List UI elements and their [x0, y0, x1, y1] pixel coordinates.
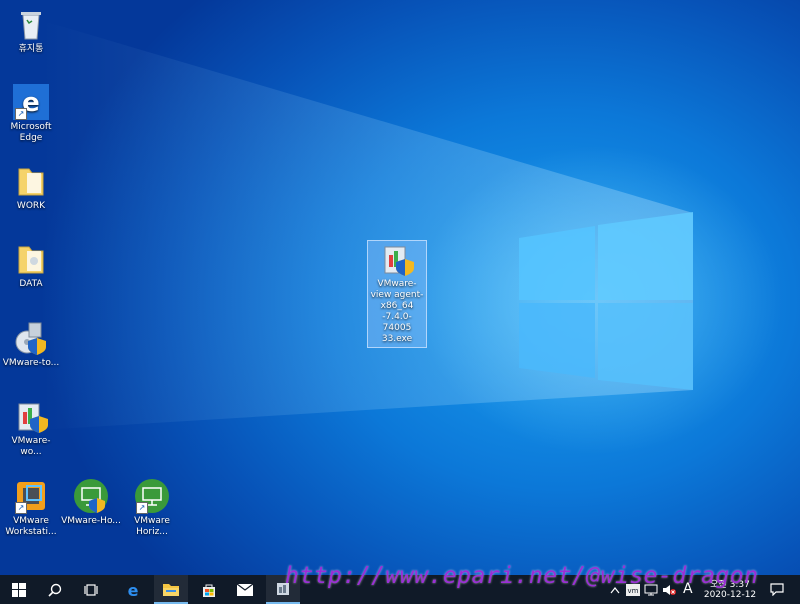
vmware-tools-installer-icon: [13, 320, 49, 356]
task-view-icon: [84, 583, 98, 596]
folder-icon: [13, 241, 49, 277]
desktop[interactable]: 휴지통 e ↗ Microsoft Edge WORK DATA VMware-…: [0, 0, 800, 575]
start-button[interactable]: [2, 575, 36, 604]
start-icon: [12, 582, 26, 597]
notification-icon: [770, 583, 784, 596]
desktop-icon-recycle-bin[interactable]: 휴지통: [1, 6, 61, 55]
mail-icon: [237, 583, 253, 596]
edge-icon: e ↗: [13, 84, 49, 120]
desktop-icon-vmware-tools[interactable]: VMware-to...: [1, 320, 61, 369]
vmware-horizon-icon: ↗: [134, 478, 170, 514]
action-center-button[interactable]: [764, 575, 790, 604]
desktop-file-vmware-view-agent[interactable]: VMware-view agent-x86_64 -7.4.0-74005 33…: [367, 240, 427, 348]
desktop-icon-vmware-workstation[interactable]: ↗ VMware Workstati...: [1, 478, 61, 538]
vmware-installer-icon: [379, 241, 415, 277]
shortcut-arrow-icon: ↗: [15, 502, 27, 514]
icon-label: VMware Workstati...: [5, 516, 57, 537]
desktop-icon-vmware-horizon-client[interactable]: VMware-Ho...: [61, 478, 121, 527]
icon-label: VMware-view agent-x86_64 -7.4.0-74005 33…: [370, 279, 424, 344]
icon-label: WORK: [16, 201, 46, 211]
vmware-horizon-client-icon: [73, 478, 109, 514]
file-explorer-icon: [163, 583, 179, 596]
icon-label: VMware Horiz...: [134, 516, 170, 537]
folder-icon: [13, 163, 49, 199]
file-explorer-taskbar-button[interactable]: [154, 575, 188, 604]
icon-label: VMware-to...: [2, 358, 60, 368]
icon-label: VMware-wo...: [11, 436, 51, 457]
icon-label: VMware-Ho...: [61, 516, 121, 526]
shortcut-arrow-icon: ↗: [136, 502, 148, 514]
edge-icon: e: [128, 582, 139, 598]
icon-label: Microsoft Edge: [10, 122, 52, 143]
watermark-text: http://www.epari.net/@wise-dragon: [285, 563, 759, 589]
svg-text:e: e: [128, 582, 139, 598]
store-taskbar-button[interactable]: [192, 575, 226, 604]
mail-taskbar-button[interactable]: [228, 575, 262, 604]
desktop-icon-data[interactable]: DATA: [1, 241, 61, 290]
shortcut-arrow-icon: ↗: [15, 108, 27, 120]
desktop-icon-work[interactable]: WORK: [1, 163, 61, 212]
search-button[interactable]: [38, 575, 72, 604]
clock-date[interactable]: 2020-12-12: [702, 590, 758, 600]
edge-taskbar-button[interactable]: e: [116, 575, 150, 604]
icon-label: DATA: [19, 279, 43, 289]
icon-label: 휴지통: [18, 44, 44, 54]
task-view-button[interactable]: [74, 575, 108, 604]
store-icon: [203, 584, 215, 597]
recycle-bin-icon: [13, 6, 49, 42]
desktop-icon-vmware-horizon[interactable]: ↗ VMware Horiz...: [122, 478, 182, 538]
desktop-icon-edge[interactable]: e ↗ Microsoft Edge: [1, 84, 61, 144]
search-icon: [48, 583, 62, 597]
vmware-workstation-installer-icon: [13, 398, 49, 434]
desktop-icon-vmware-workstation-installer[interactable]: VMware-wo...: [1, 398, 61, 458]
vmware-workstation-icon: ↗: [13, 478, 49, 514]
